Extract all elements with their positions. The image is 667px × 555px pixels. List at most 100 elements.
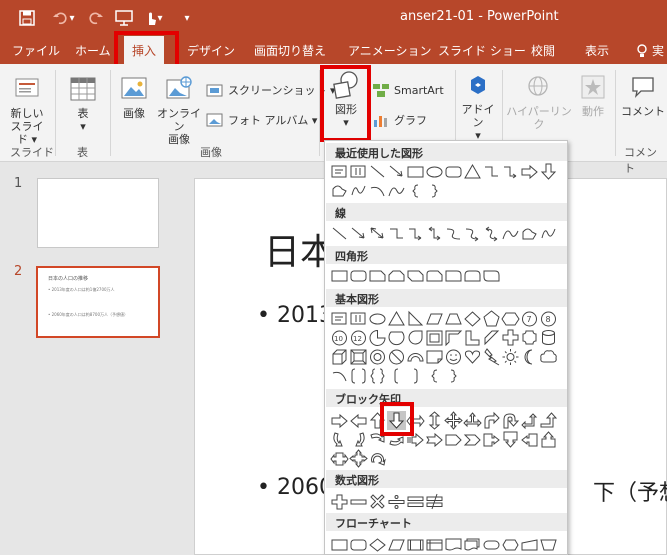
rounded-rectangle-icon[interactable]	[349, 266, 368, 285]
comment-button[interactable]: コメント	[621, 72, 665, 118]
l-shape-icon[interactable]	[463, 328, 482, 347]
left-arrow-callout-icon[interactable]	[520, 430, 539, 449]
vertical-textbox-icon[interactable]	[349, 162, 368, 181]
folded-corner-icon[interactable]	[425, 347, 444, 366]
online-picture-button[interactable]: オンライン 画像	[155, 74, 203, 146]
curve-icon[interactable]	[387, 181, 406, 200]
frame-icon[interactable]	[425, 328, 444, 347]
triangle-icon[interactable]	[463, 162, 482, 181]
double-arrow-line-icon[interactable]	[368, 224, 387, 243]
striped-right-arrow-icon[interactable]	[406, 430, 425, 449]
triangle-icon[interactable]	[387, 309, 406, 328]
divide-icon[interactable]	[387, 492, 406, 511]
not-equal-icon[interactable]	[425, 492, 444, 511]
elbow-connector-icon[interactable]	[482, 162, 501, 181]
tab-file[interactable]: ファイル	[12, 42, 60, 59]
parallelogram-icon[interactable]	[425, 309, 444, 328]
flowchart-predefined-process-icon[interactable]	[406, 535, 425, 554]
slide-bullet[interactable]: • 2013	[257, 303, 333, 328]
flowchart-internal-storage-icon[interactable]	[425, 535, 444, 554]
cube-icon[interactable]	[330, 347, 349, 366]
up-arrow-callout-icon[interactable]	[539, 430, 558, 449]
block-arc-icon[interactable]	[406, 347, 425, 366]
chevron-icon[interactable]	[463, 430, 482, 449]
elbow-arrow-icon[interactable]	[501, 162, 520, 181]
down-arrow-icon[interactable]	[539, 162, 558, 181]
freeform-icon[interactable]	[330, 181, 349, 200]
diagonal-stripe-icon[interactable]	[482, 328, 501, 347]
octagon-icon[interactable]: 8	[539, 309, 558, 328]
hyperlink-button[interactable]: ハイパーリンク	[503, 72, 575, 131]
arc-icon[interactable]	[330, 366, 349, 385]
notched-right-arrow-icon[interactable]	[425, 430, 444, 449]
tab-design[interactable]: デザイン	[187, 42, 235, 59]
rounded-rectangle-icon[interactable]	[444, 162, 463, 181]
slide-bullet[interactable]: • 2060	[257, 475, 333, 500]
touch-dropdown-icon[interactable]: ▾	[154, 7, 166, 29]
flowchart-document-icon[interactable]	[444, 535, 463, 554]
trapezoid-icon[interactable]	[444, 309, 463, 328]
presentation-icon[interactable]	[113, 7, 135, 29]
up-arrow-icon[interactable]	[368, 411, 387, 430]
left-right-up-arrow-icon[interactable]	[463, 411, 482, 430]
multiply-icon[interactable]	[368, 492, 387, 511]
freeform-icon[interactable]	[520, 224, 539, 243]
smartart-button[interactable]: SmartArt	[372, 82, 444, 98]
lightning-bolt-icon[interactable]	[482, 347, 501, 366]
elbow-arrow-icon[interactable]	[406, 224, 425, 243]
tab-view[interactable]: 表示	[585, 42, 609, 59]
dodecagon-icon[interactable]: 12	[349, 328, 368, 347]
sun-icon[interactable]	[501, 347, 520, 366]
bent-up-arrow-icon[interactable]	[539, 411, 558, 430]
left-brace-icon[interactable]	[406, 181, 425, 200]
curved-down-arrow-icon[interactable]	[387, 430, 406, 449]
down-arrow-icon[interactable]	[387, 411, 406, 430]
left-arrow-icon[interactable]	[349, 411, 368, 430]
left-brace-icon[interactable]	[425, 366, 444, 385]
slide-thumbnail-2[interactable]: 日本の人口の推移 • 2013年度の人口は約1億2700万人 • 2060年度の…	[36, 266, 160, 338]
flowchart-multidocument-icon[interactable]	[463, 535, 482, 554]
round-corner-rectangle-icon[interactable]	[444, 266, 463, 285]
left-right-arrow-icon[interactable]	[406, 411, 425, 430]
action-button[interactable]: 動作	[575, 72, 611, 118]
tab-transitions[interactable]: 画面切り替え	[254, 42, 326, 59]
curved-up-arrow-icon[interactable]	[368, 430, 387, 449]
curved-arrow-connector-icon[interactable]	[463, 224, 482, 243]
screenshot-button[interactable]: スクリーンショット ▾	[206, 82, 335, 98]
textbox-icon[interactable]	[330, 162, 349, 181]
elbow-connector-icon[interactable]	[387, 224, 406, 243]
left-up-arrow-icon[interactable]	[520, 411, 539, 430]
right-brace-icon[interactable]	[444, 366, 463, 385]
flowchart-decision-icon[interactable]	[368, 535, 387, 554]
snip-diagonal-rectangle-icon[interactable]	[406, 266, 425, 285]
right-triangle-icon[interactable]	[406, 309, 425, 328]
chord-icon[interactable]	[387, 328, 406, 347]
left-bracket-icon[interactable]	[387, 366, 406, 385]
teardrop-icon[interactable]	[406, 328, 425, 347]
cross-icon[interactable]	[501, 328, 520, 347]
equal-icon[interactable]	[406, 492, 425, 511]
line-icon[interactable]	[330, 224, 349, 243]
picture-button[interactable]: 画像	[115, 74, 153, 120]
can-icon[interactable]	[539, 328, 558, 347]
right-brace-icon[interactable]	[425, 181, 444, 200]
shapes-button[interactable]: 図形 ▾	[326, 70, 366, 129]
quad-arrow-callout-icon[interactable]	[349, 449, 368, 468]
minus-icon[interactable]	[349, 492, 368, 511]
oval-icon[interactable]	[368, 309, 387, 328]
cloud-icon[interactable]	[539, 347, 558, 366]
flowchart-alternate-process-icon[interactable]	[349, 535, 368, 554]
new-slide-button[interactable]: 新しい スライド ▾	[6, 74, 48, 146]
tab-slideshow[interactable]: スライド ショー	[438, 42, 526, 59]
curved-double-arrow-icon[interactable]	[482, 224, 501, 243]
pentagon-arrow-icon[interactable]	[444, 430, 463, 449]
right-bracket-icon[interactable]	[406, 366, 425, 385]
rectangle-icon[interactable]	[330, 266, 349, 285]
tab-animations[interactable]: アニメーション	[348, 42, 432, 59]
elbow-double-arrow-icon[interactable]	[425, 224, 444, 243]
curved-right-arrow-icon[interactable]	[330, 430, 349, 449]
rectangle-icon[interactable]	[406, 162, 425, 181]
flowchart-preparation-icon[interactable]	[501, 535, 520, 554]
textbox-icon[interactable]	[330, 309, 349, 328]
oval-icon[interactable]	[425, 162, 444, 181]
